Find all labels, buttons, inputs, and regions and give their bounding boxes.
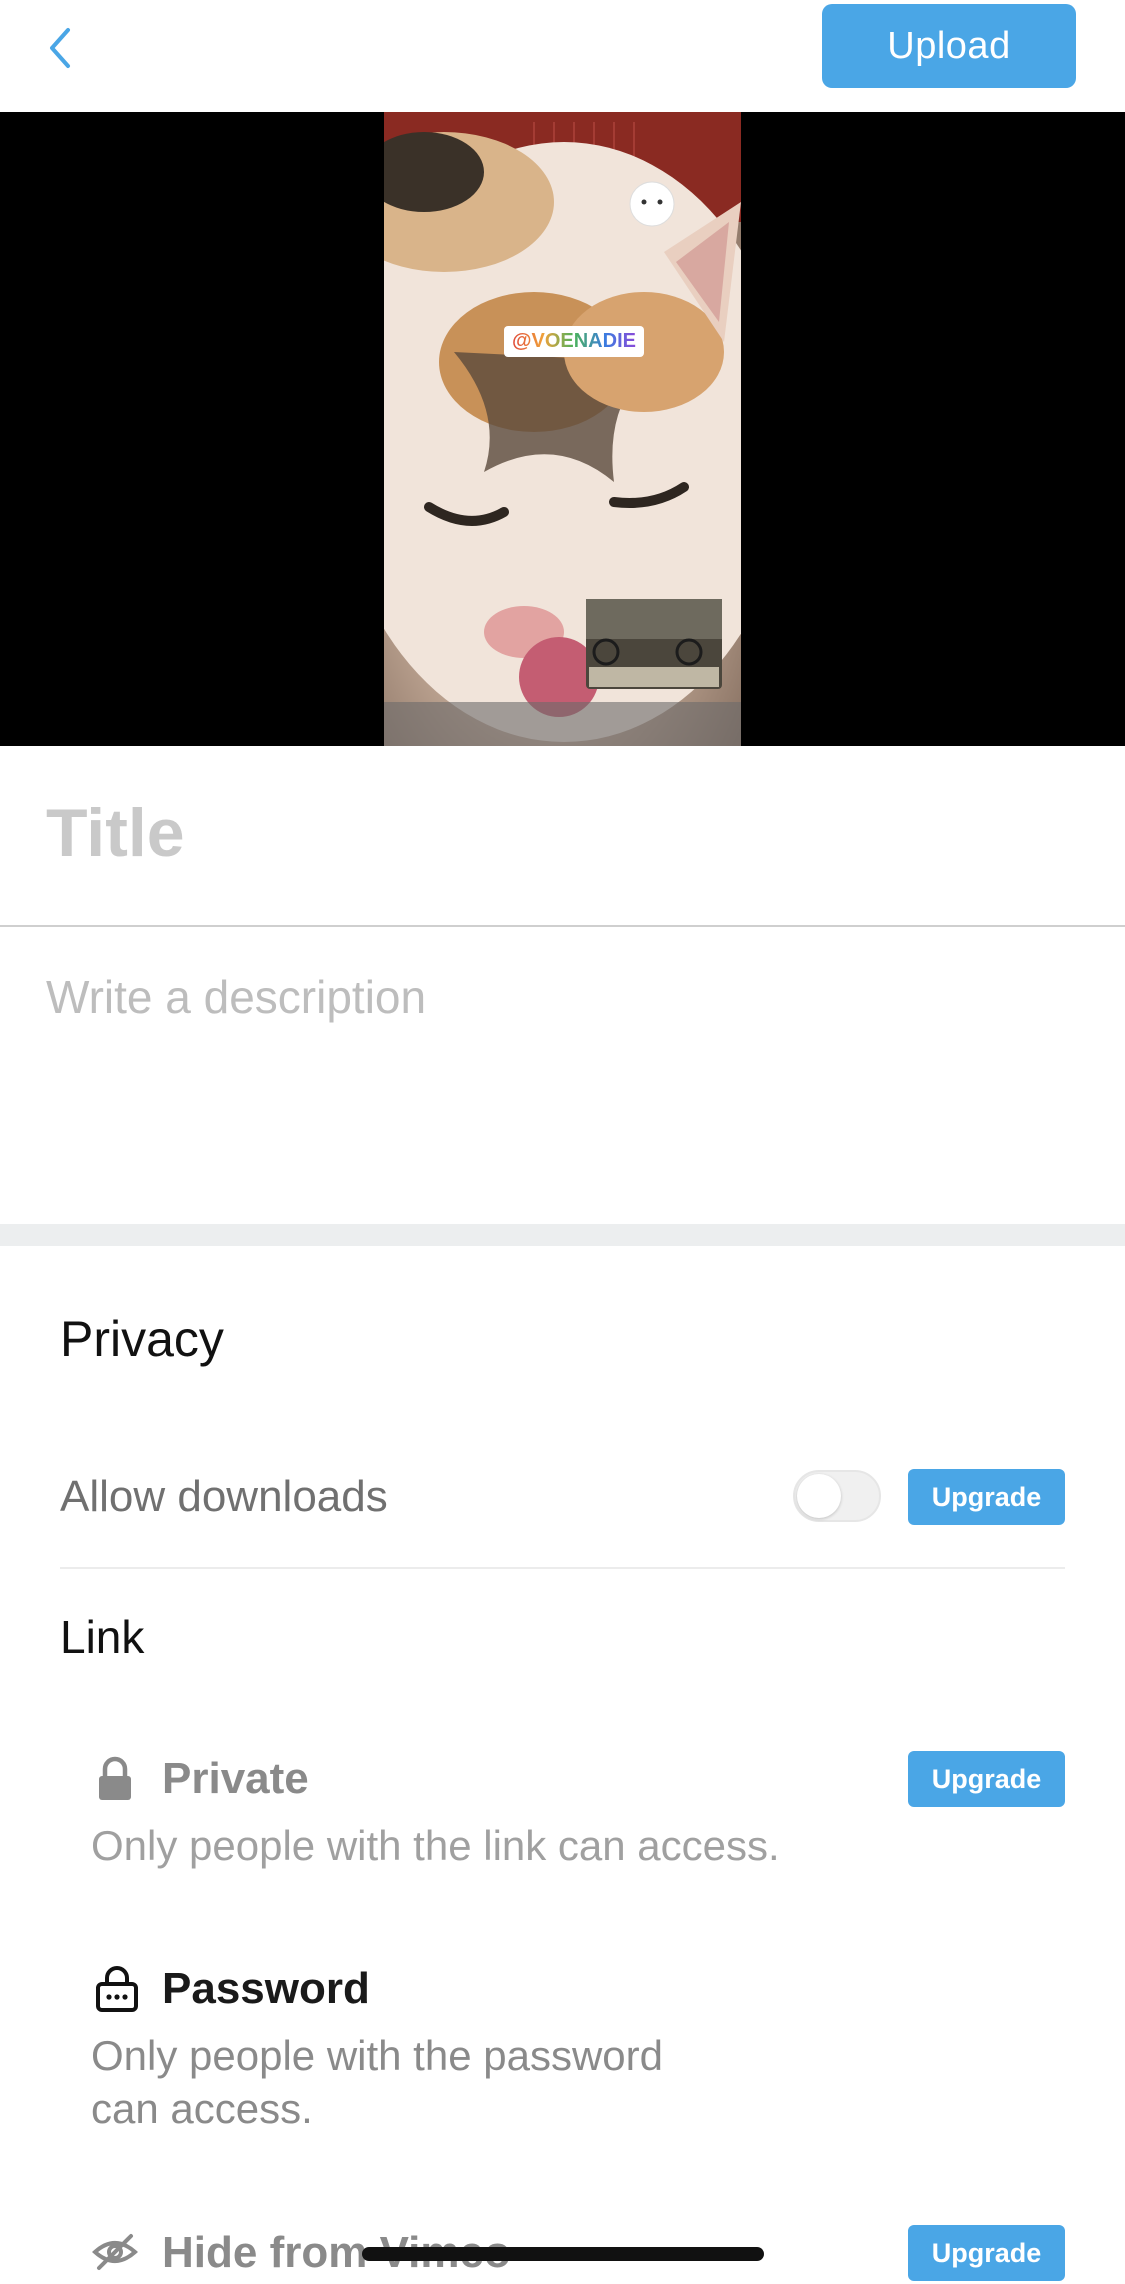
password-lock-icon xyxy=(93,1964,141,2017)
back-button[interactable] xyxy=(30,18,90,78)
lock-icon xyxy=(91,1754,139,1807)
video-thumbnail: @VOENADIE xyxy=(384,112,741,746)
private-upgrade-button[interactable]: Upgrade xyxy=(908,1751,1065,1807)
title-input[interactable]: Title xyxy=(46,794,185,872)
password-option-title[interactable]: Password xyxy=(162,1964,370,2014)
privacy-heading: Privacy xyxy=(60,1311,224,1367)
row-divider xyxy=(60,1567,1065,1569)
link-heading: Link xyxy=(60,1611,145,1663)
section-separator xyxy=(0,1224,1125,1246)
chevron-left-icon xyxy=(50,28,70,68)
hide-from-vimeo-upgrade-button[interactable]: Upgrade xyxy=(908,2225,1065,2281)
toggle-knob xyxy=(797,1474,841,1518)
password-option-description-line2: can access. xyxy=(91,2085,313,2132)
title-divider xyxy=(0,925,1125,927)
allow-downloads-label: Allow downloads xyxy=(60,1472,388,1521)
upload-button[interactable]: Upload xyxy=(822,4,1076,88)
video-preview[interactable]: @VOENADIE xyxy=(0,112,1125,746)
eye-slash-icon xyxy=(91,2228,139,2281)
private-option-description: Only people with the link can access. xyxy=(91,1822,780,1869)
allow-downloads-upgrade-button[interactable]: Upgrade xyxy=(908,1469,1065,1525)
allow-downloads-toggle[interactable] xyxy=(793,1470,881,1522)
mention-tag: @VOENADIE xyxy=(504,326,644,357)
password-option-description-line1: Only people with the password xyxy=(91,2032,663,2079)
home-indicator xyxy=(362,2247,764,2261)
private-option-title[interactable]: Private xyxy=(162,1754,309,1804)
description-input[interactable]: Write a description xyxy=(46,970,426,1024)
